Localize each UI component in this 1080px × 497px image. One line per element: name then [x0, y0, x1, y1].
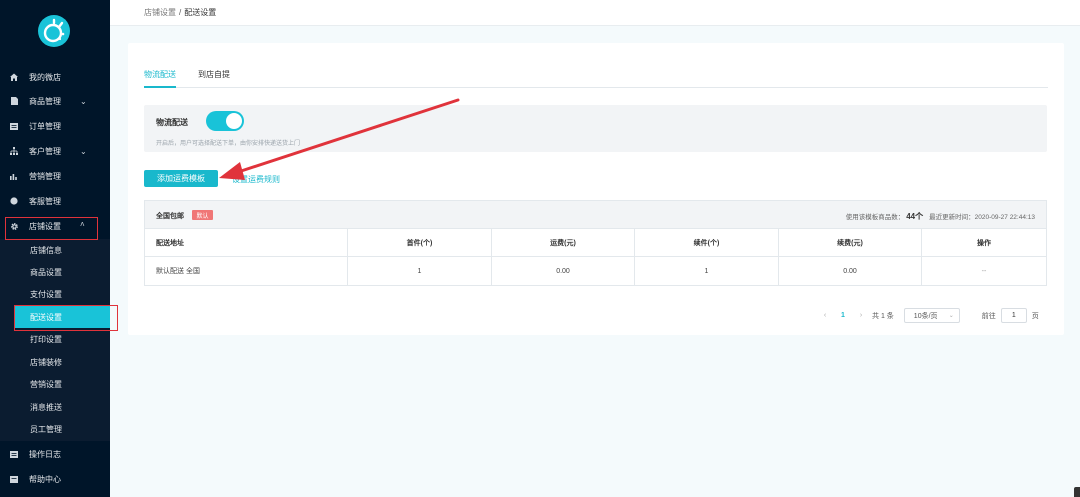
table-cell: 默认配送 全国: [145, 257, 348, 285]
bar-chart-icon: [9, 171, 19, 181]
page-number[interactable]: 1: [832, 312, 854, 319]
template-meta: 使用该模板商品数： 44个 最近更新时间：2020-09-27 22:44:13: [846, 211, 1035, 222]
app-logo[interactable]: [38, 15, 70, 47]
sidebar-item-marketing[interactable]: 营销管理: [0, 165, 110, 187]
sidebar-item-service[interactable]: 客服管理: [0, 190, 110, 212]
sidebar-item-orders[interactable]: 订单管理: [0, 115, 110, 137]
sidebar-item-label: 我的微店: [29, 72, 61, 82]
add-shipping-template-button[interactable]: 添加运费模板: [144, 170, 218, 187]
usage-count: 44个: [906, 212, 924, 221]
template-header: 全国包邮 默认 使用该模板商品数： 44个 最近更新时间：2020-09-27 22…: [145, 201, 1046, 229]
chevron-up-icon: ˄: [80, 220, 85, 229]
updated-time: 2020-09-27 22:44:13: [974, 214, 1035, 221]
help-icon: [9, 474, 19, 484]
usage-label: 使用该模板商品数：: [845, 214, 905, 221]
column-header: 首件(个): [348, 229, 492, 257]
sidebar-subitem-delivery-settings[interactable]: 配送设置: [14, 306, 110, 328]
breadcrumb-separator: /: [179, 8, 182, 17]
breadcrumb-parent[interactable]: 店铺设置: [144, 7, 176, 18]
sidebar-item-customers[interactable]: 客户管理 ⌄: [0, 140, 110, 162]
tabs: 物流配送 到店自提: [144, 63, 1048, 88]
table-cell: 1: [348, 257, 492, 285]
chevron-down-icon: ⌄: [80, 146, 87, 156]
sidebar: 我的微店 商品管理 ⌄ 订单管理 客户管理 ⌄ 营销管理 客服管理 店铺设置 ˄…: [0, 0, 110, 497]
sidebar-item-label: 帮助中心: [29, 474, 61, 484]
set-shipping-rules-link[interactable]: 设置运费规则: [232, 174, 280, 185]
sidebar-subitem-store-info[interactable]: 店铺信息: [0, 239, 110, 261]
shipping-template-table: 全国包邮 默认 使用该模板商品数： 44个 最近更新时间：2020-09-27 22…: [144, 200, 1047, 286]
log-icon: [9, 449, 19, 459]
table-row: 默认配送 全国 1 0.00 1 0.00 --: [145, 257, 1046, 285]
sidebar-subitem-print-settings[interactable]: 打印设置: [0, 328, 110, 350]
org-icon: [9, 146, 19, 156]
column-header: 配送地址: [145, 229, 348, 257]
file-icon: [9, 96, 19, 106]
logistics-label: 物流配送: [156, 118, 188, 127]
sidebar-item-label: 店铺设置: [29, 221, 61, 231]
logistics-hint: 开启后，用户可选择配送下单，由你安排快递送货上门: [156, 141, 301, 147]
home-icon: [9, 72, 19, 82]
column-header: 续件(个): [635, 229, 779, 257]
prev-page-button[interactable]: ‹: [818, 312, 832, 319]
sidebar-item-logs[interactable]: 操作日志: [0, 443, 110, 465]
template-name: 全国包邮: [156, 213, 184, 220]
logo-icon: [43, 18, 65, 43]
pagination: ‹ 1 › 共 1 条 10条/页 ⌄ 前往 页: [818, 308, 1039, 323]
sidebar-subitem-staff[interactable]: 员工管理: [0, 418, 110, 440]
column-header: 运费(元): [492, 229, 635, 257]
sidebar-item-products[interactable]: 商品管理 ⌄: [0, 90, 110, 112]
total-count: 共 1 条: [872, 312, 894, 320]
goto-label: 前往: [981, 312, 996, 320]
table-cell: 0.00: [779, 257, 922, 285]
logistics-panel: 物流配送 开启后，用户可选择配送下单，由你安排快递送货上门: [144, 105, 1047, 152]
table-cell: 1: [635, 257, 779, 285]
logistics-toggle[interactable]: [206, 111, 244, 131]
default-badge: 默认: [192, 210, 213, 220]
toggle-knob: [226, 113, 242, 129]
chevron-down-icon: ⌄: [80, 96, 87, 106]
scrollbar-corner[interactable]: [1074, 487, 1080, 497]
table-header-row: 配送地址 首件(个) 运费(元) 续件(个) 续费(元) 操作: [145, 229, 1046, 257]
page-suffix: 页: [1031, 312, 1039, 320]
sidebar-item-label: 商品管理: [29, 96, 61, 106]
sidebar-subitem-push-messages[interactable]: 消息推送: [0, 396, 110, 418]
table-cell: 0.00: [492, 257, 635, 285]
gear-icon: [9, 221, 19, 231]
sidebar-item-home[interactable]: 我的微店: [0, 66, 110, 88]
sidebar-item-label: 订单管理: [29, 121, 61, 131]
sidebar-item-label: 操作日志: [29, 449, 61, 459]
sidebar-item-help[interactable]: 帮助中心: [0, 468, 110, 490]
sidebar-submenu: 店铺信息 商品设置 支付设置 配送设置 打印设置 店铺装修 营销设置 消息推送 …: [0, 239, 110, 441]
page-size-select[interactable]: 10条/页 ⌄: [903, 308, 960, 323]
sidebar-subitem-marketing-settings[interactable]: 营销设置: [0, 373, 110, 395]
tab-active-indicator: [144, 86, 176, 88]
updated-label: 最近更新时间：: [929, 214, 975, 221]
table-cell: --: [981, 267, 987, 275]
sidebar-subitem-store-decoration[interactable]: 店铺装修: [0, 351, 110, 373]
column-header: 续费(元): [779, 229, 922, 257]
sidebar-item-label: 客户管理: [29, 146, 61, 156]
chat-icon: [9, 196, 19, 206]
sidebar-item-label: 营销管理: [29, 171, 61, 181]
breadcrumb-current: 配送设置: [184, 8, 217, 17]
tab-self-pickup[interactable]: 到店自提: [198, 69, 230, 80]
goto-page-input[interactable]: [1000, 308, 1027, 323]
breadcrumb: 店铺设置 / 配送设置: [110, 0, 1080, 26]
tab-logistics[interactable]: 物流配送: [144, 69, 176, 80]
next-page-button[interactable]: ›: [854, 312, 868, 319]
sidebar-item-label: 客服管理: [29, 196, 61, 206]
delivery-settings-card: 物流配送 到店自提 物流配送 开启后，用户可选择配送下单，由你安排快递送货上门 …: [128, 43, 1064, 335]
column-header: 操作: [977, 240, 991, 247]
sidebar-item-store-settings[interactable]: 店铺设置 ˄: [0, 215, 110, 237]
page-size-value: 10条/页: [913, 312, 938, 320]
chevron-down-icon: ⌄: [948, 313, 954, 319]
sidebar-subitem-payment-settings[interactable]: 支付设置: [0, 283, 110, 305]
list-icon: [9, 121, 19, 131]
sidebar-subitem-product-settings[interactable]: 商品设置: [0, 261, 110, 283]
